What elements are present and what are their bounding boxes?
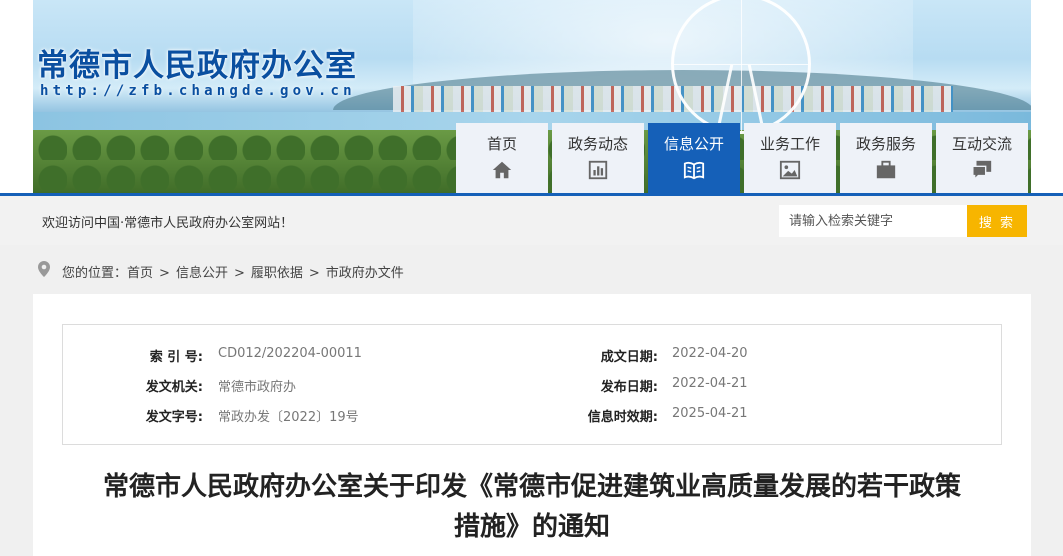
breadcrumb-separator: > xyxy=(308,266,320,281)
chart-icon xyxy=(587,159,609,181)
home-icon xyxy=(491,159,513,181)
index-no-label: 索 引 号: xyxy=(149,350,203,365)
nav-item-label: 业务工作 xyxy=(759,135,820,153)
document-title: 常德市人民政府办公室关于印发《常德市促进建筑业高质量发展的若干政策 措施》的通知 xyxy=(63,467,1001,547)
meta-row: 发文字号: 常政办发〔2022〕19号 信息时效期: 2025-04-21 xyxy=(63,406,1003,426)
breadcrumb-item-gov-documents[interactable]: 市政府办文件 xyxy=(326,266,404,281)
welcome-text: 欢迎访问中国·常德市人民政府办公室网站！ xyxy=(42,216,294,231)
index-no-value: CD012/202204-00011 xyxy=(218,346,362,361)
book-icon xyxy=(683,159,705,181)
search-button[interactable]: 搜 索 xyxy=(967,205,1027,237)
main-nav: 首页 政务动态 信息公开 业务工作 政务服务 互动交流 xyxy=(456,123,1032,193)
header-banner: 常德市人民政府办公室 http://zfb.changde.gov.cn 首页 … xyxy=(0,0,1063,196)
published-date-label: 发布日期: xyxy=(600,380,658,395)
welcome-bar: 欢迎访问中国·常德市人民政府办公室网站！ 搜 索 xyxy=(0,196,1063,245)
valid-until-label: 信息时效期: xyxy=(587,410,658,425)
image-icon xyxy=(779,159,801,181)
created-date-value: 2022-04-20 xyxy=(672,346,748,361)
nav-item-label: 政务服务 xyxy=(855,135,916,153)
breadcrumb-prefix: 您的位置： xyxy=(62,266,128,281)
nav-item-home[interactable]: 首页 xyxy=(456,123,548,193)
search-input[interactable] xyxy=(779,205,967,237)
valid-until-value: 2025-04-21 xyxy=(672,406,748,421)
chat-icon xyxy=(971,159,993,181)
breadcrumb-separator: > xyxy=(159,266,170,281)
issuer-label: 发文机关: xyxy=(145,380,203,395)
nav-item-label: 信息公开 xyxy=(663,135,724,153)
breadcrumb-item-home[interactable]: 首页 xyxy=(127,266,153,281)
breadcrumb-item-info-disclosure[interactable]: 信息公开 xyxy=(176,266,228,281)
breadcrumb-separator: > xyxy=(233,266,245,281)
created-date-label: 成文日期: xyxy=(600,350,658,365)
site-title[interactable]: 常德市人民政府办公室 xyxy=(37,40,357,85)
main-content: 您的位置：首页 > 信息公开 > 履职依据 > 市政府办文件 索 引 号: CD012/20… xyxy=(33,245,1031,556)
doc-no-value: 常政办发〔2022〕19号 xyxy=(218,410,359,425)
document-title-line-1: 常德市人民政府办公室关于印发《常德市促进建筑业高质量发展的若干政策 xyxy=(102,472,961,502)
nav-item-info-disclosure[interactable]: 信息公开 xyxy=(648,123,740,193)
briefcase-icon xyxy=(875,159,897,181)
nav-item-services[interactable]: 政务服务 xyxy=(840,123,932,193)
nav-item-business[interactable]: 业务工作 xyxy=(744,123,836,193)
nav-item-interaction[interactable]: 互动交流 xyxy=(936,123,1028,193)
meta-row: 发文机关: 常德市政府办 发布日期: 2022-04-21 xyxy=(63,376,1003,396)
nav-item-label: 政务动态 xyxy=(567,135,628,153)
issuer-value: 常德市政府办 xyxy=(218,380,297,395)
meta-row: 索 引 号: CD012/202204-00011 成文日期: 2022-04-… xyxy=(63,346,1003,366)
site-url: http://zfb.changde.gov.cn xyxy=(40,83,356,99)
nav-item-label: 首页 xyxy=(486,135,517,153)
nav-item-label: 互动交流 xyxy=(951,135,1012,153)
document-metadata: 索 引 号: CD012/202204-00011 成文日期: 2022-04-… xyxy=(62,324,1002,445)
document-title-line-2: 措施》的通知 xyxy=(453,512,610,542)
published-date-value: 2022-04-21 xyxy=(672,376,748,391)
doc-no-label: 发文字号: xyxy=(145,410,203,425)
breadcrumb-trail: 您的位置：首页 > 信息公开 > 履职依据 > 市政府办文件 xyxy=(62,262,404,281)
ferris-wheel xyxy=(671,0,811,134)
breadcrumb: 您的位置：首页 > 信息公开 > 履职依据 > 市政府办文件 xyxy=(33,245,1031,294)
nav-item-news[interactable]: 政务动态 xyxy=(552,123,644,193)
breadcrumb-item-duty-basis[interactable]: 履职依据 xyxy=(251,266,303,281)
location-pin-icon xyxy=(38,261,50,277)
